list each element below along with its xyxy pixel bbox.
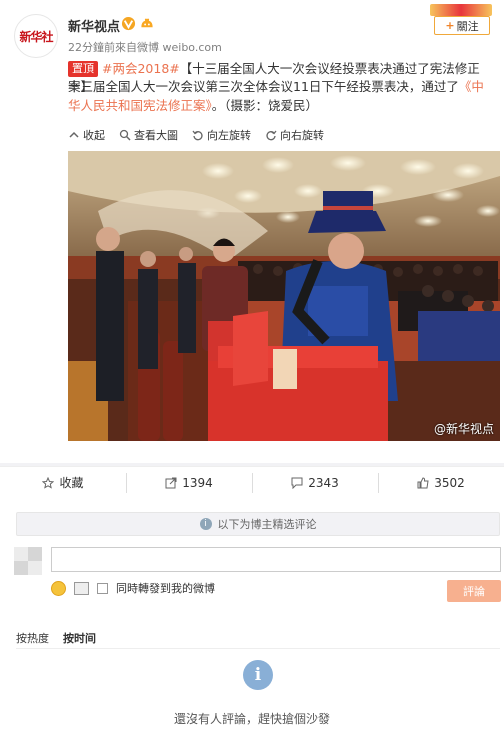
repost-icon (165, 477, 177, 488)
user-name[interactable]: 新华视点 (68, 16, 120, 35)
like-count: 3502 (434, 475, 465, 490)
body-credit: 。（摄影：饶爱民） (211, 98, 319, 113)
collapse-icon (69, 131, 79, 138)
post-card: 新华社 新华视点 22分鐘前來自微博 weibo.com + 關注 置頂 #两会2… (0, 0, 504, 463)
rotate-left-button[interactable]: 向左旋转 (192, 128, 251, 142)
congress-photo (68, 151, 500, 441)
rotate-left-label: 向左旋转 (207, 129, 251, 142)
rotate-right-button[interactable]: 向右旋转 (265, 128, 324, 142)
divider (16, 648, 500, 649)
comment-sort: 按热度 按时间 (16, 630, 96, 646)
topic-link[interactable]: #两会2018# (102, 61, 180, 76)
pinned-badge: 置頂 (68, 61, 98, 77)
empty-comments-text: 還沒有人評論，趕快搶個沙發 (173, 712, 330, 726)
submit-comment-button[interactable]: 評論 (447, 580, 501, 602)
commenter-avatar (14, 547, 42, 575)
follow-label: 關注 (456, 19, 479, 33)
favorite-label: 收藏 (59, 476, 84, 490)
source-prefix: 來自 (115, 41, 137, 54)
comment-input[interactable] (51, 547, 501, 572)
follow-button[interactable]: + 關注 (434, 16, 490, 35)
photo-watermark: @新华视点 (433, 422, 494, 436)
view-large-label: 查看大圖 (134, 129, 178, 142)
info-icon: i (243, 660, 273, 690)
follow-area: + 關注 (430, 4, 492, 35)
rotate-right-icon (266, 130, 277, 141)
avatar-text: 新华社 (19, 29, 53, 44)
post-source[interactable]: 微博 weibo.com (137, 41, 222, 54)
action-bar: 收藏 1394 2343 3502 (0, 466, 504, 498)
repost-button[interactable]: 1394 (126, 472, 252, 493)
post-body: 十三届全国人大一次会议第三次全体会议11日下午经投票表决，通过了《中华人民共和国… (68, 77, 496, 115)
featured-hint-text: 以下为博主精选评论 (217, 518, 317, 531)
comment-tools: 同時轉發到我的微博 (51, 580, 215, 596)
also-repost-label[interactable]: 同時轉發到我的微博 (116, 580, 215, 596)
info-icon: i (199, 518, 212, 530)
post-photo[interactable]: @新华视点 (68, 151, 500, 441)
rotate-left-icon (192, 130, 203, 141)
collapse-button[interactable]: 收起 (68, 128, 105, 142)
avatar[interactable]: 新华社 (14, 14, 58, 58)
collapse-label: 收起 (83, 129, 105, 142)
vip-icon (141, 18, 153, 28)
post-meta: 22分鐘前來自微博 weibo.com (68, 39, 222, 55)
follow-banner (430, 4, 492, 16)
image-upload-icon[interactable] (74, 581, 89, 595)
featured-hint: i 以下为博主精选评论 (16, 512, 500, 536)
sort-time-tab[interactable]: 按时间 (63, 630, 96, 646)
plus-icon: + (445, 19, 455, 32)
comment-count: 2343 (308, 475, 339, 490)
sort-hot-tab[interactable]: 按热度 (16, 630, 49, 646)
like-button[interactable]: 3502 (378, 472, 504, 493)
post-time[interactable]: 22分鐘前 (68, 41, 115, 54)
image-toolbar: 收起 查看大圖 向左旋转 向右旋转 (68, 128, 324, 142)
emoji-icon[interactable] (51, 580, 66, 596)
view-large-button[interactable]: 查看大圖 (119, 128, 178, 142)
body-text: 十三届全国人大一次会议第三次全体会议11日下午经投票表决，通过了 (68, 79, 459, 94)
zoom-icon (119, 129, 131, 141)
also-repost-checkbox[interactable] (97, 582, 108, 594)
comment-section: i 以下为博主精选评论 同時轉發到我的微博 評論 按热度 按时间 i 還沒有人評… (0, 498, 504, 740)
repost-count: 1394 (182, 475, 213, 490)
comment-icon (291, 477, 303, 489)
favorite-button[interactable]: 收藏 (0, 474, 126, 491)
star-icon (42, 476, 55, 489)
rotate-right-label: 向右旋转 (280, 129, 324, 142)
comment-button[interactable]: 2343 (252, 472, 378, 493)
thumbs-up-icon (417, 476, 429, 488)
verified-icon (121, 16, 136, 31)
